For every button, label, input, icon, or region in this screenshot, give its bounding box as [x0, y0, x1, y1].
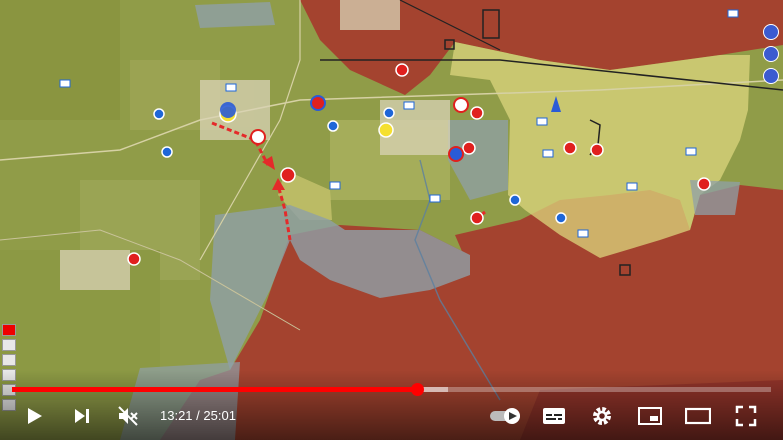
legend-swatch [2, 339, 16, 351]
mute-button[interactable] [112, 400, 144, 432]
player-controls: 13:21 / 25:01 [0, 396, 783, 436]
play-button[interactable] [18, 400, 50, 432]
progress-bar[interactable] [12, 383, 771, 396]
legend-swatch [2, 324, 16, 336]
map-video-frame [0, 0, 783, 440]
current-time: 13:21 [160, 408, 193, 423]
legend-swatch [2, 354, 16, 366]
next-button[interactable] [66, 400, 98, 432]
time-separator: / [192, 408, 204, 423]
theater-icon [685, 407, 711, 425]
video-player[interactable]: 13:21 / 25:01 [0, 0, 783, 440]
play-icon [28, 408, 42, 424]
gear-icon [593, 407, 611, 425]
fullscreen-button[interactable] [730, 400, 762, 432]
played-bar [12, 387, 418, 392]
time-display: 13:21 / 25:01 [160, 408, 236, 423]
subtitles-button[interactable] [538, 400, 570, 432]
legend-swatch [2, 369, 16, 381]
miniplayer-icon [638, 407, 662, 425]
map-tool-button [763, 46, 779, 62]
map-tool-button [763, 24, 779, 40]
fullscreen-icon [735, 405, 757, 427]
map-side-tools [763, 24, 779, 84]
miniplayer-button[interactable] [634, 400, 666, 432]
autoplay-toggle-icon [490, 408, 520, 424]
next-icon [75, 409, 89, 423]
duration: 25:01 [203, 408, 236, 423]
subtitles-icon [543, 408, 565, 424]
autoplay-toggle[interactable] [486, 400, 526, 432]
map-tool-button [763, 68, 779, 84]
settings-button[interactable] [586, 400, 618, 432]
muted-icon [118, 406, 138, 426]
theater-button[interactable] [682, 400, 714, 432]
